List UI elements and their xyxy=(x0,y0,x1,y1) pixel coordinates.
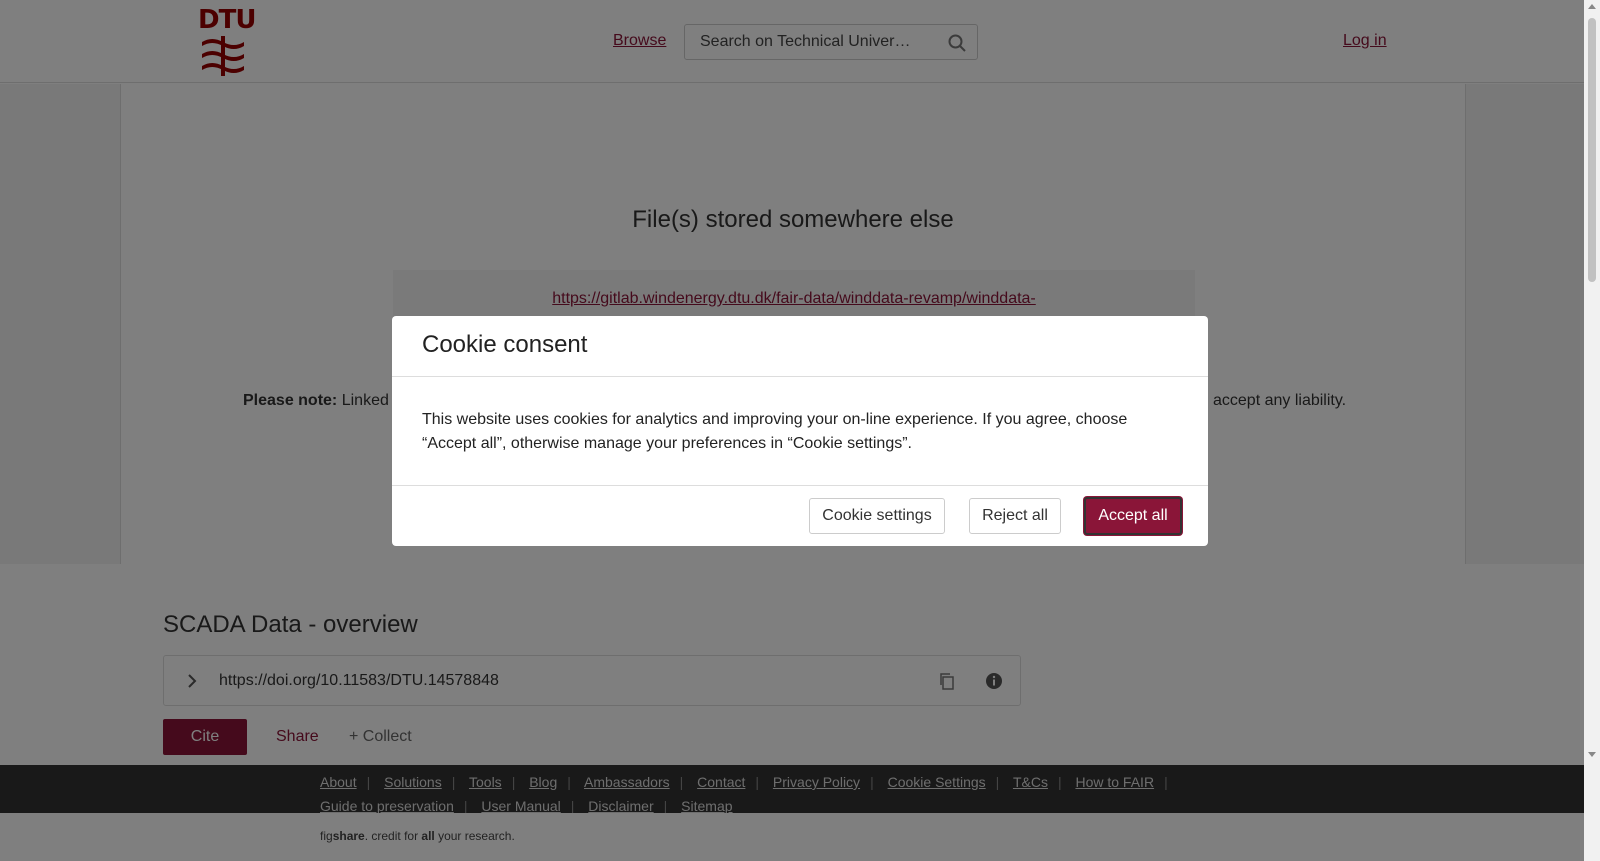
accept-all-button[interactable]: Accept all xyxy=(1084,497,1182,535)
scroll-thumb[interactable] xyxy=(1588,18,1596,282)
modal-title: Cookie consent xyxy=(422,331,588,358)
modal-footer: Cookie settings Reject all Accept all xyxy=(392,485,1208,546)
reject-all-button[interactable]: Reject all xyxy=(969,498,1061,534)
modal-header: Cookie consent xyxy=(392,316,1208,377)
cookie-consent-dialog: Cookie consent This website uses cookies… xyxy=(392,316,1208,546)
scroll-up-arrow-icon[interactable] xyxy=(1588,4,1596,9)
modal-body: This website uses cookies for analytics … xyxy=(422,411,1128,452)
scroll-down-arrow-icon[interactable] xyxy=(1588,752,1596,757)
page-scrollbar[interactable] xyxy=(1584,0,1600,861)
cookie-settings-button[interactable]: Cookie settings xyxy=(809,498,945,534)
